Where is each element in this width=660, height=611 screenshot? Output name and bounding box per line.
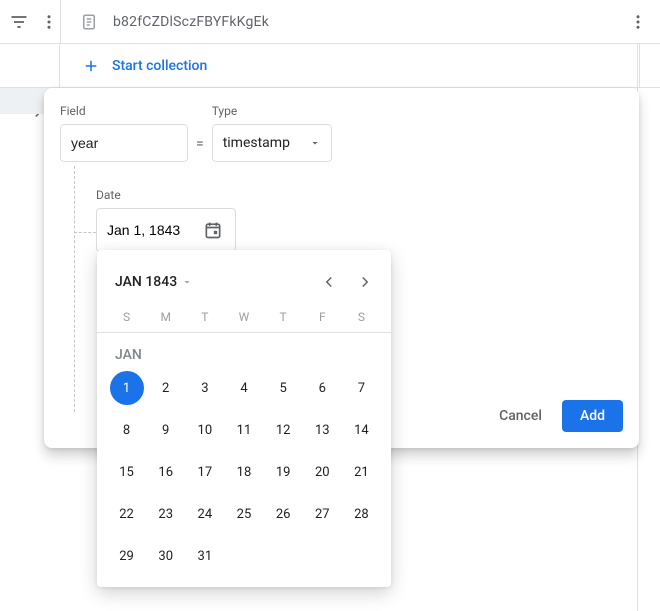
day-cell[interactable]: 19 bbox=[266, 455, 300, 489]
chevron-down-icon[interactable] bbox=[181, 276, 193, 288]
month-label: JAN bbox=[97, 333, 391, 371]
day-cell[interactable]: 20 bbox=[305, 455, 339, 489]
calendar-header: JAN 1843 bbox=[97, 250, 391, 310]
day-cell[interactable]: 18 bbox=[227, 455, 261, 489]
add-button[interactable]: Add bbox=[562, 400, 623, 432]
day-cell[interactable]: 2 bbox=[149, 371, 183, 405]
calendar-icon[interactable] bbox=[203, 220, 223, 240]
chevron-down-icon bbox=[309, 137, 321, 149]
top-bar: b82fCZDlSczFBYFkKgEk bbox=[0, 0, 660, 44]
weekday-label: M bbox=[146, 310, 185, 324]
field-name-input[interactable] bbox=[60, 124, 188, 162]
weekday-label: S bbox=[107, 310, 146, 324]
day-cell[interactable]: 27 bbox=[305, 497, 339, 531]
day-cell[interactable]: 7 bbox=[344, 371, 378, 405]
date-text-input[interactable] bbox=[107, 222, 195, 238]
day-cell[interactable]: 26 bbox=[266, 497, 300, 531]
date-input[interactable] bbox=[96, 208, 236, 252]
filter-icon[interactable] bbox=[8, 10, 30, 34]
start-collection-label: Start collection bbox=[112, 58, 207, 74]
day-cell[interactable]: 23 bbox=[149, 497, 183, 531]
day-cell[interactable]: 3 bbox=[188, 371, 222, 405]
day-cell[interactable]: 25 bbox=[227, 497, 261, 531]
cancel-button[interactable]: Cancel bbox=[495, 400, 546, 432]
document-icon bbox=[77, 10, 101, 34]
right-gutter bbox=[640, 44, 660, 87]
start-collection-row: Start collection bbox=[0, 44, 660, 88]
day-cell[interactable]: 30 bbox=[149, 539, 183, 573]
day-cell[interactable]: 9 bbox=[149, 413, 183, 447]
next-month-button[interactable] bbox=[347, 264, 383, 300]
day-cell[interactable]: 5 bbox=[266, 371, 300, 405]
start-collection-button[interactable]: Start collection bbox=[60, 44, 640, 87]
dialog-actions: Cancel Add bbox=[495, 400, 623, 432]
top-bar-left bbox=[0, 10, 60, 34]
day-cell[interactable]: 29 bbox=[110, 539, 144, 573]
day-cell[interactable]: 24 bbox=[188, 497, 222, 531]
day-cell[interactable]: 28 bbox=[344, 497, 378, 531]
date-label: Date bbox=[96, 188, 236, 202]
day-cell[interactable]: 10 bbox=[188, 413, 222, 447]
type-value: timestamp bbox=[223, 135, 290, 151]
weekday-label: T bbox=[264, 310, 303, 324]
day-cell[interactable]: 12 bbox=[266, 413, 300, 447]
field-label: Field bbox=[60, 104, 188, 118]
equals-sign: = bbox=[196, 136, 204, 162]
document-header: b82fCZDlSczFBYFkKgEk bbox=[61, 10, 660, 34]
day-cell[interactable]: 8 bbox=[110, 413, 144, 447]
day-cell[interactable]: 16 bbox=[149, 455, 183, 489]
document-id: b82fCZDlSczFBYFkKgEk bbox=[113, 14, 269, 30]
prev-month-button[interactable] bbox=[311, 264, 347, 300]
weekday-label: S bbox=[342, 310, 381, 324]
calendar-title: JAN 1843 bbox=[115, 274, 177, 290]
weekday-label: W bbox=[224, 310, 263, 324]
day-cell[interactable]: 17 bbox=[188, 455, 222, 489]
day-cell[interactable]: 22 bbox=[110, 497, 144, 531]
day-cell[interactable]: 21 bbox=[344, 455, 378, 489]
document-more-icon[interactable] bbox=[626, 10, 650, 34]
date-area: Date bbox=[96, 188, 236, 252]
day-cell[interactable]: 15 bbox=[110, 455, 144, 489]
weekday-row: SMTWTFS bbox=[97, 310, 391, 333]
day-cell[interactable]: 1 bbox=[110, 371, 144, 405]
field-row: Field = Type timestamp bbox=[60, 104, 623, 162]
day-cell[interactable]: 31 bbox=[188, 539, 222, 573]
type-label: Type bbox=[212, 104, 332, 118]
more-vert-icon[interactable] bbox=[38, 10, 60, 34]
day-cell[interactable]: 13 bbox=[305, 413, 339, 447]
date-picker: JAN 1843 SMTWTFS JAN 1234567891011121314… bbox=[97, 250, 391, 587]
day-cell[interactable]: 14 bbox=[344, 413, 378, 447]
type-select[interactable]: timestamp bbox=[212, 124, 332, 162]
weekday-label: T bbox=[185, 310, 224, 324]
day-cell[interactable]: 4 bbox=[227, 371, 261, 405]
weekday-label: F bbox=[303, 310, 342, 324]
day-cell[interactable]: 6 bbox=[305, 371, 339, 405]
days-grid: 1234567891011121314151617181920212223242… bbox=[97, 371, 391, 587]
day-cell[interactable]: 11 bbox=[227, 413, 261, 447]
left-gutter bbox=[0, 44, 60, 87]
